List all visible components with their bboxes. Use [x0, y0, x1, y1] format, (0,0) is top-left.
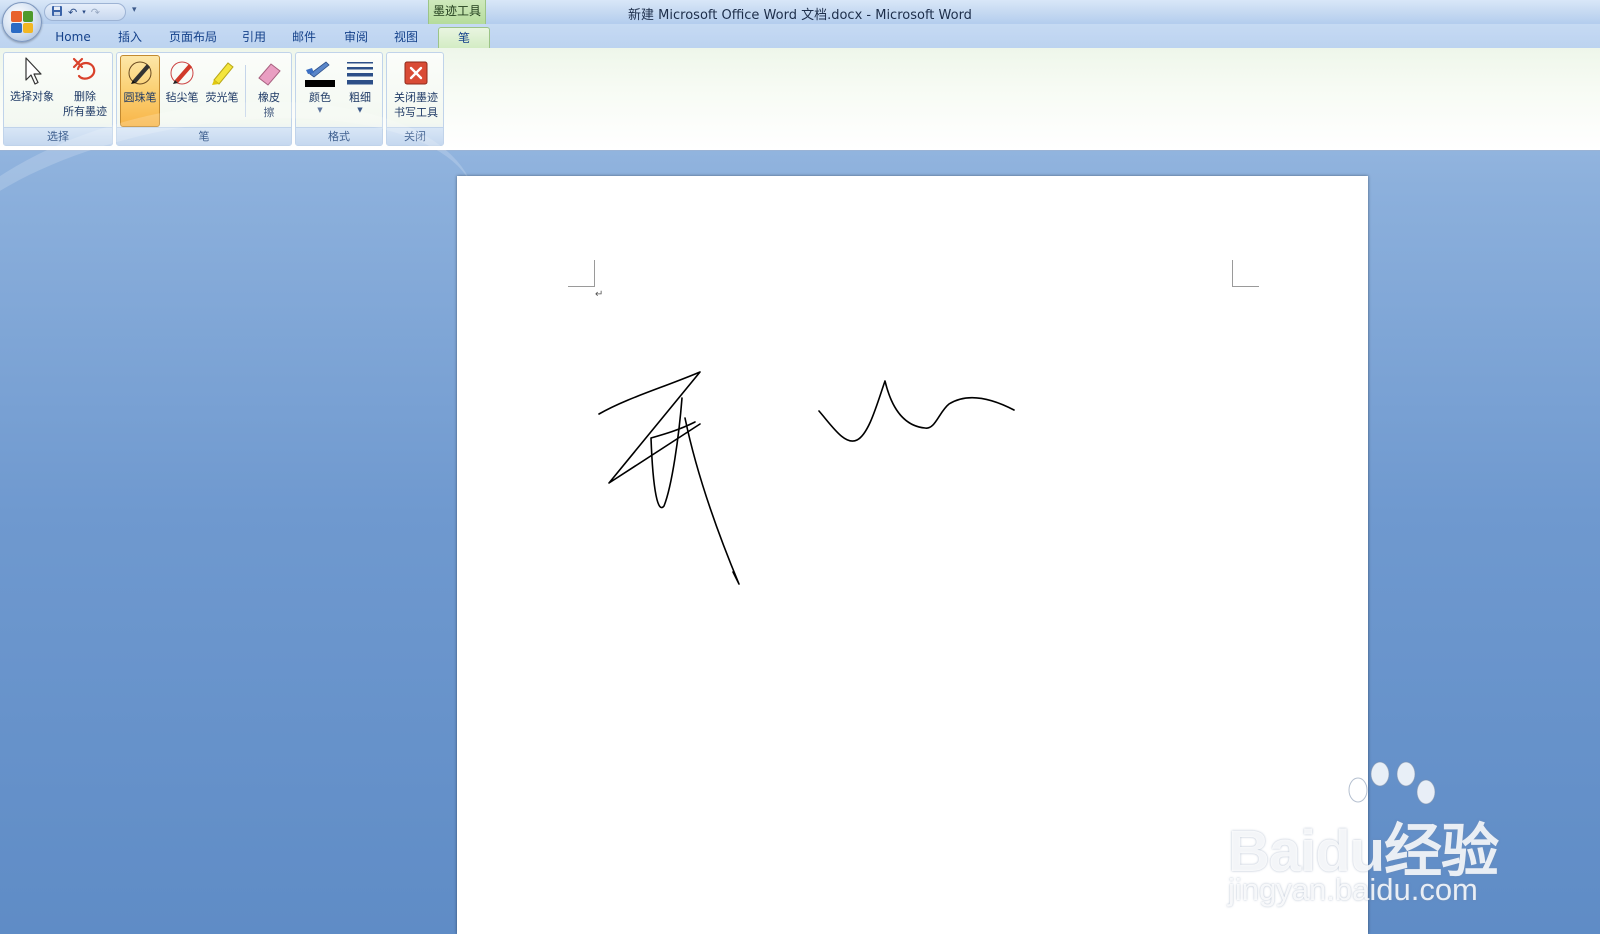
eraser-label-2: 擦: [263, 106, 275, 119]
close-ink-tools-icon: [404, 61, 428, 85]
ink-stroke-2: [650, 397, 696, 509]
line-thickness-icon: [347, 62, 373, 85]
eraser-button[interactable]: 橡皮 擦: [249, 55, 289, 120]
ribbon: 选择对象 删除 所有墨迹 选择 圆珠笔 毡尖笔 荧光笔 橡皮 擦 笔 颜色 ▼ …: [0, 48, 1600, 151]
title-bar: ↶ ▾ ↷ ▾ 墨迹工具 新建 Microsoft Office Word 文档…: [0, 0, 1600, 24]
window-title: 新建 Microsoft Office Word 文档.docx - Micro…: [628, 8, 972, 23]
delete-ink-label-2: 所有墨迹: [63, 105, 107, 118]
pen-color-dropdown-icon[interactable]: ▼: [300, 105, 340, 115]
select-objects-button[interactable]: 选择对象: [8, 55, 56, 104]
pens-separator: [245, 65, 246, 117]
tab-view[interactable]: 视图: [386, 27, 426, 48]
felt-tip-pen-icon: [170, 61, 194, 85]
group-select: 选择对象 删除 所有墨迹 选择: [3, 52, 113, 146]
ink-stroke-3: [684, 417, 740, 585]
ink-strokes[interactable]: [457, 176, 1368, 934]
line-thickness-dropdown-icon[interactable]: ▼: [340, 105, 380, 115]
tab-home[interactable]: Home: [48, 27, 98, 48]
pen-color-icon: [305, 61, 335, 87]
ballpoint-pen-button[interactable]: 圆珠笔: [120, 55, 160, 127]
group-pens: 圆珠笔 毡尖笔 荧光笔 橡皮 擦 笔: [116, 52, 292, 146]
group-close: 关闭墨迹 书写工具 关闭: [386, 52, 444, 146]
eraser-label-1: 橡皮: [258, 91, 280, 104]
line-thickness-button[interactable]: 粗细 ▼: [340, 55, 380, 115]
close-ink-tools-button[interactable]: 关闭墨迹 书写工具: [389, 55, 443, 120]
office-logo-icon: [11, 11, 33, 33]
ribbon-tabs: Home 插入 页面布局 引用 邮件 审阅 视图 笔: [0, 24, 1600, 48]
group-format-label: 格式: [296, 127, 382, 145]
delete-all-ink-button[interactable]: 删除 所有墨迹: [60, 55, 110, 119]
felt-tip-pen-label: 毡尖笔: [165, 91, 199, 104]
ink-stroke-1: [598, 371, 701, 484]
pen-color-button[interactable]: 颜色 ▼: [300, 55, 340, 115]
tab-insert[interactable]: 插入: [110, 27, 150, 48]
office-button[interactable]: [2, 2, 42, 42]
highlighter-label: 荧光笔: [205, 91, 239, 104]
highlighter-icon: [212, 62, 234, 85]
felt-tip-pen-button[interactable]: 毡尖笔: [162, 55, 202, 105]
highlighter-button[interactable]: 荧光笔: [202, 55, 242, 105]
close-ink-label-2: 书写工具: [394, 106, 438, 119]
cursor-arrow-icon: [25, 57, 42, 85]
ballpoint-pen-label: 圆珠笔: [123, 91, 157, 104]
pen-color-label: 颜色: [309, 91, 331, 104]
line-thickness-label: 粗细: [349, 91, 371, 104]
group-close-label: 关闭: [387, 127, 443, 145]
document-page[interactable]: ↵: [457, 176, 1368, 934]
group-pens-label: 笔: [117, 127, 291, 145]
delete-ink-icon: [72, 57, 96, 80]
close-ink-label-1: 关闭墨迹: [394, 91, 438, 104]
tab-references[interactable]: 引用: [234, 27, 274, 48]
delete-ink-label-1: 删除: [74, 90, 96, 103]
ink-stroke-4: [818, 380, 1015, 442]
tab-pens[interactable]: 笔: [438, 27, 490, 48]
tab-page-layout[interactable]: 页面布局: [162, 27, 224, 48]
group-format: 颜色 ▼ 粗细 ▼ 格式: [295, 52, 383, 146]
tab-review[interactable]: 审阅: [336, 27, 376, 48]
ballpoint-pen-icon: [128, 61, 152, 85]
group-select-label: 选择: [4, 127, 112, 145]
tab-mailings[interactable]: 邮件: [284, 27, 324, 48]
eraser-icon: [258, 63, 281, 86]
select-objects-label: 选择对象: [10, 90, 54, 103]
